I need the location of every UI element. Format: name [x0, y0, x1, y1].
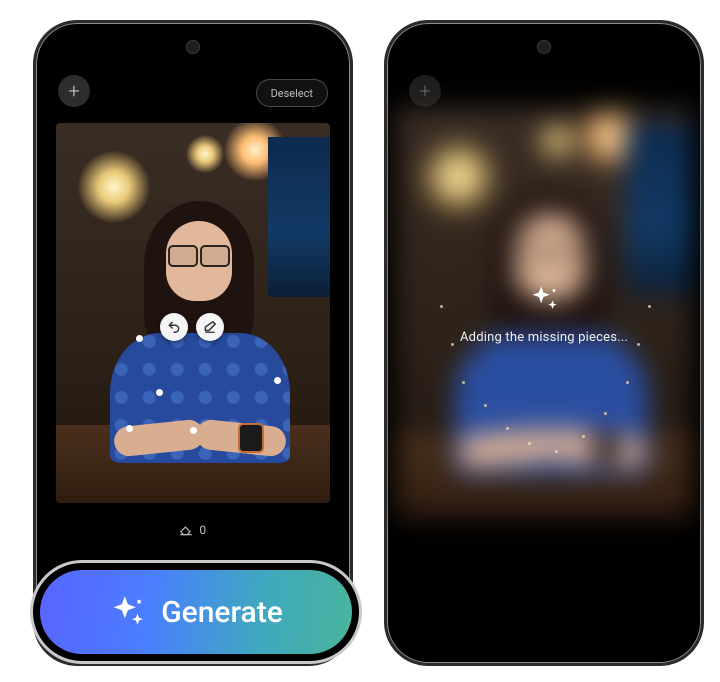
- volume-down-button: [701, 203, 704, 253]
- volume-up-button: [701, 143, 704, 193]
- selection-handle[interactable]: [190, 427, 197, 434]
- front-camera: [537, 40, 551, 54]
- editor-topbar: + Deselect: [36, 69, 350, 119]
- phone-generating: + Adding the missing pieces...: [384, 20, 704, 666]
- selection-handle[interactable]: [274, 377, 281, 384]
- eraser-icon: [179, 524, 193, 536]
- erase-counter: 0: [36, 523, 350, 537]
- add-button-disabled: +: [409, 75, 441, 107]
- generate-button[interactable]: Generate: [30, 560, 362, 664]
- deselect-button[interactable]: Deselect: [256, 79, 328, 107]
- floating-tools: [160, 313, 224, 341]
- photo-canvas[interactable]: [56, 123, 330, 503]
- deselect-label: Deselect: [271, 87, 313, 100]
- sparkle-icon: [109, 593, 147, 631]
- undo-icon: [167, 320, 181, 334]
- generating-overlay: Adding the missing pieces...: [407, 123, 681, 503]
- add-button[interactable]: +: [58, 75, 90, 107]
- plus-icon: +: [419, 79, 430, 103]
- front-camera: [186, 40, 200, 54]
- plus-icon: +: [68, 79, 79, 103]
- selection-handle[interactable]: [156, 389, 163, 396]
- erase-tool-button[interactable]: [196, 313, 224, 341]
- erase-icon: [203, 320, 217, 334]
- undo-button[interactable]: [160, 313, 188, 341]
- sparkle-icon: [527, 282, 561, 316]
- volume-down-button: [350, 203, 353, 253]
- generating-status-text: Adding the missing pieces...: [460, 330, 628, 345]
- selection-handle[interactable]: [136, 335, 143, 342]
- selection-handle[interactable]: [126, 425, 133, 432]
- power-button: [701, 283, 704, 353]
- erase-count-value: 0: [199, 523, 206, 537]
- generate-button-label: Generate: [161, 595, 283, 630]
- power-button: [350, 283, 353, 353]
- volume-up-button: [350, 143, 353, 193]
